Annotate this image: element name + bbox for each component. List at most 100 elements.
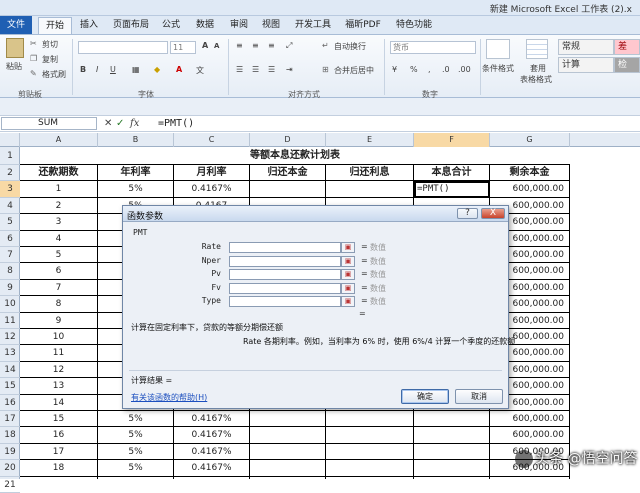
argument-input[interactable]: [229, 282, 341, 294]
column-title[interactable]: 本息合计: [414, 165, 490, 182]
paste-button[interactable]: 粘贴: [6, 61, 22, 72]
merge-center-button[interactable]: 合并后居中: [334, 65, 374, 76]
grow-font-icon[interactable]: A: [202, 41, 208, 50]
period-cell[interactable]: 11: [20, 345, 98, 362]
principal-cell[interactable]: [250, 427, 326, 444]
period-cell[interactable]: 18: [20, 460, 98, 477]
cancel-button[interactable]: 取消: [455, 389, 503, 404]
tab-formulas[interactable]: 公式: [156, 17, 186, 34]
principal-cell[interactable]: [250, 460, 326, 477]
period-cell[interactable]: 16: [20, 427, 98, 444]
cancel-icon[interactable]: ✕: [104, 117, 112, 130]
column-title[interactable]: 归还利息: [326, 165, 414, 182]
row-header[interactable]: 14: [0, 362, 20, 379]
column-title[interactable]: 年利率: [98, 165, 174, 182]
formula-input[interactable]: =PMT(): [158, 117, 194, 130]
wrap-text-button[interactable]: 自动换行: [334, 41, 366, 52]
style-normal[interactable]: 常规: [558, 39, 614, 55]
row-header[interactable]: 9: [0, 280, 20, 297]
currency-icon[interactable]: ¥: [392, 65, 397, 74]
indent-icon[interactable]: ⇥: [286, 65, 293, 74]
column-header-c[interactable]: C: [174, 133, 250, 147]
row-header[interactable]: 11: [0, 313, 20, 329]
total-cell[interactable]: [414, 427, 490, 444]
row-header[interactable]: 17: [0, 411, 20, 428]
table-format-button[interactable]: 套用: [530, 63, 546, 74]
tab-file[interactable]: 文件: [0, 16, 32, 34]
cut-button[interactable]: 剪切: [42, 39, 58, 50]
row-header[interactable]: 10: [0, 296, 20, 313]
total-cell[interactable]: [414, 411, 490, 428]
period-cell[interactable]: 15: [20, 411, 98, 428]
percent-icon[interactable]: %: [410, 65, 418, 74]
period-cell[interactable]: 8: [20, 296, 98, 313]
column-title[interactable]: 剩余本金: [490, 165, 570, 182]
row-header[interactable]: 20: [0, 460, 20, 477]
interest-cell[interactable]: [326, 427, 414, 444]
interest-cell[interactable]: [326, 411, 414, 428]
align-right-icon[interactable]: ☰: [268, 65, 275, 74]
style-check[interactable]: 检: [614, 57, 640, 73]
annual-rate-cell[interactable]: 5%: [98, 411, 174, 428]
align-left-icon[interactable]: ☰: [236, 65, 243, 74]
row-header[interactable]: 21: [0, 477, 20, 493]
monthly-rate-cell[interactable]: 0.4167%: [174, 411, 250, 428]
font-color-icon[interactable]: A: [176, 65, 182, 74]
row-header[interactable]: 8: [0, 263, 20, 280]
row-header[interactable]: 6: [0, 231, 20, 247]
annual-rate-cell[interactable]: 5%: [98, 460, 174, 477]
conditional-format-button[interactable]: 条件格式: [482, 63, 514, 74]
collapse-dialog-icon[interactable]: ▣: [341, 255, 355, 267]
row-header[interactable]: 13: [0, 345, 20, 362]
border-icon[interactable]: ▦: [132, 65, 140, 74]
dialog-close-icon[interactable]: X: [481, 208, 505, 219]
period-cell[interactable]: 10: [20, 329, 98, 346]
ok-button[interactable]: 确定: [401, 389, 449, 404]
collapse-dialog-icon[interactable]: ▣: [341, 296, 355, 307]
tab-review[interactable]: 审阅: [224, 17, 254, 34]
period-cell[interactable]: 17: [20, 443, 98, 461]
format-painter-button[interactable]: 格式刷: [42, 69, 66, 80]
principal-cell[interactable]: [250, 411, 326, 428]
align-middle-icon[interactable]: ≡: [252, 41, 259, 50]
active-cell[interactable]: =PMT(): [414, 181, 490, 198]
select-all-corner[interactable]: [0, 133, 20, 147]
tab-insert[interactable]: 插入: [74, 17, 104, 34]
font-name-combo[interactable]: [78, 41, 168, 54]
row-header[interactable]: 1: [0, 147, 20, 165]
period-cell[interactable]: 4: [20, 230, 98, 247]
total-cell[interactable]: [414, 443, 490, 461]
argument-input[interactable]: [229, 296, 341, 307]
column-title[interactable]: 归还本金: [250, 165, 326, 182]
comma-icon[interactable]: ,: [428, 65, 431, 74]
enter-icon[interactable]: ✓: [116, 117, 124, 130]
principal-cell[interactable]: [250, 181, 326, 198]
row-header[interactable]: 18: [0, 427, 20, 444]
period-cell[interactable]: 12: [20, 361, 98, 379]
shrink-font-icon[interactable]: A: [214, 42, 219, 50]
collapse-dialog-icon[interactable]: ▣: [341, 282, 355, 294]
column-title[interactable]: 月利率: [174, 165, 250, 182]
balance-cell[interactable]: 600,000.00: [490, 411, 570, 428]
style-bad[interactable]: 差: [614, 39, 640, 55]
tab-data[interactable]: 数据: [190, 17, 220, 34]
row-header[interactable]: 12: [0, 329, 20, 346]
row-header[interactable]: 5: [0, 214, 20, 231]
align-top-icon[interactable]: ≡: [236, 41, 243, 50]
tab-page-layout[interactable]: 页面布局: [108, 17, 154, 34]
column-header-f[interactable]: F: [414, 133, 490, 147]
balance-cell[interactable]: 600,000.00: [490, 181, 570, 198]
decrease-decimal-icon[interactable]: .00: [458, 65, 471, 74]
argument-input[interactable]: [229, 269, 341, 280]
underline-icon[interactable]: U: [110, 65, 116, 74]
tab-developer[interactable]: 开发工具: [290, 17, 336, 34]
period-cell[interactable]: 7: [20, 279, 98, 297]
insert-function-icon[interactable]: fx: [130, 117, 139, 130]
function-help-link[interactable]: 有关该函数的帮助(H): [131, 392, 207, 403]
period-cell[interactable]: 6: [20, 263, 98, 280]
annual-rate-cell[interactable]: 5%: [98, 443, 174, 461]
tab-view[interactable]: 视图: [256, 17, 286, 34]
tab-home[interactable]: 开始: [38, 17, 72, 34]
interest-cell[interactable]: [326, 460, 414, 477]
period-cell[interactable]: 1: [20, 181, 98, 198]
